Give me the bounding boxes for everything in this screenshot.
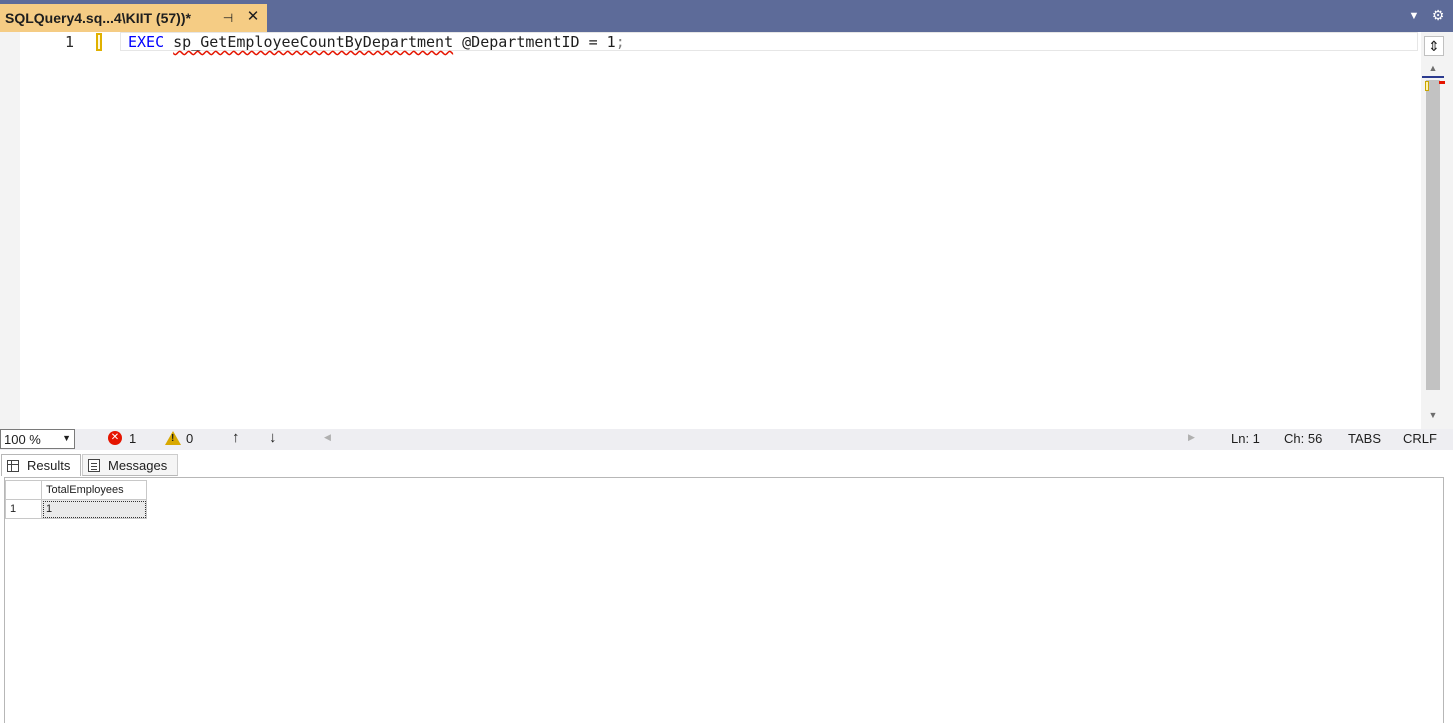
- vertical-scrollbar[interactable]: ⇕ ▲ ▼: [1421, 32, 1453, 429]
- query-editor[interactable]: 1 EXEC sp_GetEmployeeCountByDepartment @…: [0, 32, 1453, 429]
- editor-status-bar: 100 % ▼ ✕ 1 ! 0 ↑ ↓ ◀ ▶ Ln: 1 Ch: 56 TAB…: [0, 429, 1453, 450]
- line-number: 1: [64, 33, 74, 51]
- gear-icon[interactable]: ⚙: [1430, 7, 1446, 23]
- change-marker-overview: [1425, 81, 1429, 91]
- scroll-thumb[interactable]: [1426, 80, 1440, 390]
- document-tab[interactable]: SQLQuery4.sq...4\KIIT (57))* ⊣ ✕: [0, 4, 267, 32]
- previous-issue-icon[interactable]: ↑: [232, 429, 240, 446]
- tab-messages-label: Messages: [108, 457, 168, 473]
- grid-icon: [7, 459, 19, 472]
- code-line[interactable]: EXEC sp_GetEmployeeCountByDepartment @De…: [128, 33, 625, 51]
- chevron-down-icon[interactable]: ▼: [1407, 8, 1421, 24]
- code-terminator: ;: [615, 33, 625, 51]
- tab-results[interactable]: Results: [1, 454, 81, 476]
- code-parameter: @DepartmentID = 1: [462, 33, 616, 51]
- scroll-down-icon[interactable]: ▼: [1426, 409, 1440, 421]
- results-grid[interactable]: TotalEmployees 1 1: [5, 480, 147, 519]
- zoom-value: 100 %: [4, 431, 41, 447]
- results-grid-panel[interactable]: TotalEmployees 1 1: [4, 477, 1444, 723]
- scroll-position-indicator: [1422, 76, 1444, 78]
- row-number[interactable]: 1: [5, 499, 42, 519]
- next-issue-icon[interactable]: ↓: [269, 429, 277, 446]
- line-ending[interactable]: CRLF: [1403, 431, 1437, 446]
- error-count[interactable]: 1: [129, 431, 136, 446]
- split-editor-icon[interactable]: ⇕: [1424, 36, 1444, 56]
- error-marker-overview: [1439, 81, 1445, 84]
- scroll-left-icon[interactable]: ◀: [324, 432, 331, 443]
- editor-margin: [0, 32, 20, 429]
- grid-corner-cell[interactable]: [5, 480, 42, 500]
- column-indicator: Ch: 56: [1284, 431, 1323, 446]
- warning-mark: !: [171, 433, 175, 444]
- close-icon[interactable]: ✕: [245, 9, 261, 25]
- line-indicator: Ln: 1: [1231, 431, 1260, 446]
- document-tab-bar: SQLQuery4.sq...4\KIIT (57))* ⊣ ✕ ▼ ⚙: [0, 0, 1453, 32]
- zoom-dropdown[interactable]: 100 % ▼: [0, 429, 75, 449]
- column-header[interactable]: TotalEmployees: [41, 480, 147, 500]
- code-keyword: EXEC: [128, 33, 165, 51]
- tab-results-label: Results: [27, 458, 71, 473]
- error-icon[interactable]: ✕: [108, 431, 122, 445]
- grid-cell[interactable]: 1: [41, 499, 147, 519]
- result-tabs: Results Messages: [0, 450, 1453, 476]
- document-tab-title: SQLQuery4.sq...4\KIIT (57))*: [5, 10, 191, 26]
- code-procedure-name: sp_GetEmployeeCountByDepartment: [173, 33, 454, 51]
- chevron-down-icon: ▼: [62, 433, 71, 443]
- change-marker: [96, 33, 102, 51]
- scroll-up-icon[interactable]: ▲: [1426, 62, 1440, 74]
- grid-header-row: TotalEmployees: [5, 480, 147, 500]
- indent-mode[interactable]: TABS: [1348, 431, 1381, 446]
- scroll-right-icon[interactable]: ▶: [1188, 432, 1195, 443]
- warning-count[interactable]: 0: [186, 431, 193, 446]
- messages-icon: [88, 458, 100, 472]
- pin-icon[interactable]: ⊣: [221, 11, 235, 25]
- table-row[interactable]: 1 1: [5, 499, 147, 519]
- tab-messages[interactable]: Messages: [82, 454, 178, 476]
